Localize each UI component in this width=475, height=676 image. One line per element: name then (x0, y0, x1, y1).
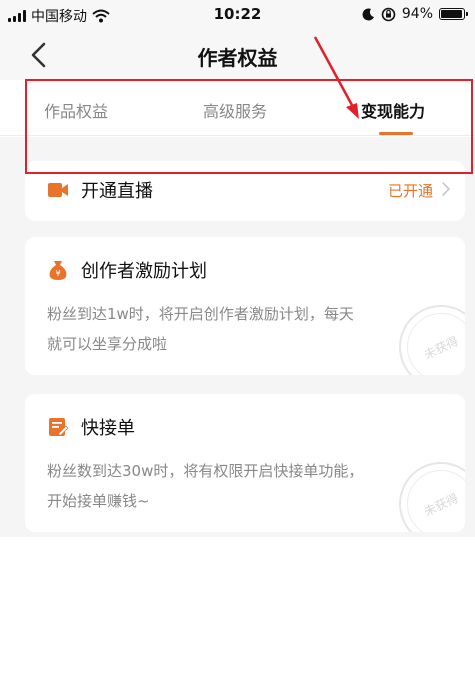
active-tab-indicator (379, 132, 413, 135)
incentive-card-title: 创作者激励计划 (81, 261, 207, 282)
tab-work-rights[interactable]: 作品权益 (44, 98, 108, 122)
battery-icon (439, 8, 468, 20)
not-obtained-stamp: 未获得 (399, 462, 465, 532)
incentive-card-description: 粉丝到达1w时，将开启创作者激励计划，每天就可以坐享分成啦 (47, 305, 354, 353)
svg-text:¥: ¥ (55, 269, 60, 278)
tab-monetization[interactable]: 变现能力 (361, 98, 425, 122)
tab-bar: 作品权益 高级服务 变现能力 (0, 80, 475, 136)
live-card-header: 开通直播 (47, 177, 153, 203)
incentive-card-header: ¥ 创作者激励计划 (47, 257, 207, 283)
status-right: 94% (362, 6, 468, 22)
chevron-right-icon (442, 182, 451, 196)
order-card-description: 粉丝数到达30w时，将有权限开启快接单功能，开始接单赚钱~ (47, 462, 364, 510)
quick-order-card[interactable]: 快接单 粉丝数到达30w时，将有权限开启快接单功能，开始接单赚钱~ 未获得 (25, 394, 465, 532)
order-card-header: 快接单 (47, 414, 135, 440)
orientation-lock-icon (381, 7, 396, 21)
order-card-title: 快接单 (81, 418, 135, 439)
stamp-label: 未获得 (421, 490, 461, 519)
video-camera-icon (47, 179, 69, 201)
page-title: 作者权益 (197, 46, 278, 70)
stamp-label: 未获得 (421, 333, 461, 362)
edit-note-icon (47, 416, 69, 438)
not-obtained-stamp: 未获得 (399, 305, 465, 375)
battery-percent: 94% (401, 6, 433, 22)
moon-icon (362, 7, 374, 20)
creator-incentive-card[interactable]: ¥ 创作者激励计划 粉丝到达1w时，将开启创作者激励计划，每天就可以坐享分成啦 … (25, 237, 465, 375)
status-bar: 中国移动 10:22 94% (0, 0, 475, 30)
blank-area (0, 537, 475, 676)
content-area: 开通直播 已开通 ¥ 创作者激励计划 粉丝到达1w时，将开启创作者激励计划，每天… (0, 137, 475, 537)
live-stream-card[interactable]: 开通直播 已开通 (25, 161, 465, 221)
live-status-label: 已开通 (387, 182, 433, 200)
money-bag-icon: ¥ (47, 259, 69, 281)
nav-bar: 作者权益 (0, 30, 475, 80)
tab-advanced-services[interactable]: 高级服务 (203, 98, 267, 122)
live-card-title: 开通直播 (81, 181, 153, 202)
